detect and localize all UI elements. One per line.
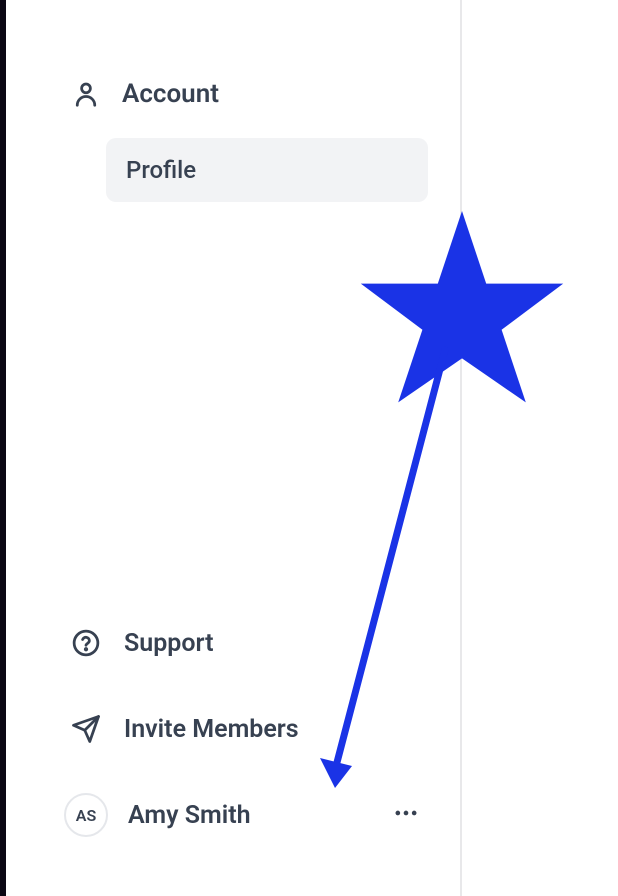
sidebar-bottom: Support Invite Members AS Amy Smith <box>6 600 460 858</box>
user-row: AS Amy Smith <box>6 772 460 858</box>
help-circle-icon <box>70 627 102 659</box>
sidebar-item-profile[interactable]: Profile <box>106 138 428 202</box>
account-subnav: Profile <box>6 138 460 202</box>
account-section-header: Account <box>6 78 460 110</box>
support-label: Support <box>124 629 214 658</box>
invite-label: Invite Members <box>124 715 299 744</box>
user-name: Amy Smith <box>128 801 382 830</box>
account-section-title: Account <box>122 79 219 109</box>
avatar-initials: AS <box>76 806 96 825</box>
more-horizontal-icon <box>392 799 420 831</box>
user-icon <box>70 78 102 110</box>
send-icon <box>70 713 102 745</box>
sidebar: Account Profile Support <box>0 0 462 896</box>
sidebar-item-support[interactable]: Support <box>6 600 460 686</box>
avatar: AS <box>64 793 108 837</box>
sidebar-item-label: Profile <box>126 156 196 184</box>
sidebar-item-invite-members[interactable]: Invite Members <box>6 686 460 772</box>
user-more-button[interactable] <box>382 791 430 839</box>
